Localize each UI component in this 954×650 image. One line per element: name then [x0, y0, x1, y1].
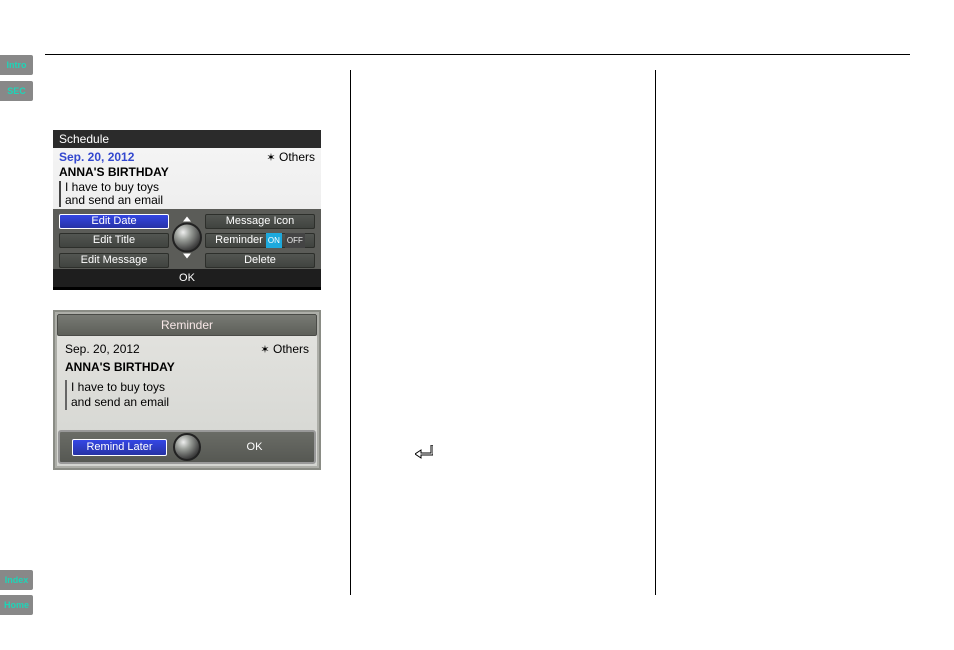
schedule-message: I have to buy toys and send an email: [59, 181, 315, 207]
nav-tab-intro[interactable]: Intro: [0, 55, 33, 75]
reminder-ok-button[interactable]: OK: [207, 439, 302, 456]
reminder-header: Reminder: [57, 314, 317, 336]
reminder-controls: Remind Later OK: [58, 430, 316, 464]
reminder-screenshot: Reminder Sep. 20, 2012 ✶ Others ANNA'S B…: [53, 310, 321, 470]
edit-date-button[interactable]: Edit Date: [59, 214, 169, 229]
reminder-on-badge: ON: [266, 233, 282, 248]
reminder-body: Sep. 20, 2012 ✶ Others ANNA'S BIRTHDAY I…: [55, 338, 319, 431]
schedule-header: Schedule: [53, 130, 321, 148]
schedule-category: ✶ Others: [266, 150, 315, 164]
star-icon: ✶: [260, 343, 269, 356]
nav-tab-home[interactable]: Home: [0, 595, 33, 615]
reminder-message-line2: and send an email: [71, 395, 309, 410]
schedule-date: Sep. 20, 2012: [59, 150, 134, 164]
reminder-message-line1: I have to buy toys: [71, 380, 309, 395]
edit-message-button[interactable]: Edit Message: [59, 253, 169, 268]
schedule-body: Sep. 20, 2012 ✶ Others ANNA'S BIRTHDAY I…: [53, 148, 321, 209]
edit-title-button[interactable]: Edit Title: [59, 233, 169, 248]
remind-later-button[interactable]: Remind Later: [72, 439, 167, 456]
reminder-category: ✶ Others: [260, 342, 309, 356]
column-3: [655, 70, 954, 595]
delete-button[interactable]: Delete: [205, 253, 315, 268]
schedule-message-line2: and send an email: [65, 194, 315, 207]
column-1: Schedule Sep. 20, 2012 ✶ Others ANNA'S B…: [45, 70, 351, 595]
side-nav-top: Intro SEC: [0, 55, 33, 107]
schedule-screenshot: Schedule Sep. 20, 2012 ✶ Others ANNA'S B…: [53, 130, 321, 290]
reminder-off-badge: OFF: [285, 233, 305, 248]
horizontal-rule: [45, 54, 910, 55]
reminder-label: Reminder: [215, 233, 263, 248]
column-2: [350, 70, 656, 595]
schedule-menu: Edit Date Message Icon Edit Title Remind…: [53, 209, 321, 269]
nav-tab-sec[interactable]: SEC: [0, 81, 33, 101]
schedule-title: ANNA'S BIRTHDAY: [59, 165, 315, 179]
star-icon: ✶: [266, 151, 275, 164]
reminder-title: ANNA'S BIRTHDAY: [65, 360, 309, 374]
reminder-message: I have to buy toys and send an email: [65, 380, 309, 410]
enter-arrow-icon: [415, 445, 433, 459]
message-icon-button[interactable]: Message Icon: [205, 214, 315, 229]
nav-tab-index[interactable]: Index: [0, 570, 33, 590]
reminder-date: Sep. 20, 2012: [65, 342, 140, 356]
joystick-icon[interactable]: [172, 223, 202, 253]
reminder-toggle-button[interactable]: Reminder ONOFF: [205, 233, 315, 248]
side-nav-bottom: Index Home: [0, 570, 33, 620]
joystick-icon[interactable]: [173, 433, 201, 461]
